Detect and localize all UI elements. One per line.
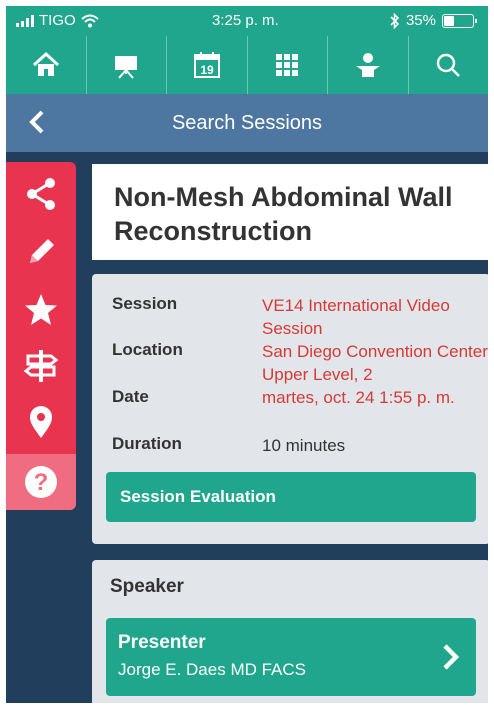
session-evaluation-button[interactable]: Session Evaluation <box>106 472 476 522</box>
home-icon <box>32 51 59 76</box>
chevron-right-icon <box>443 644 460 670</box>
speaker-heading: Speaker <box>110 576 184 597</box>
person-icon <box>355 53 380 77</box>
duration-value: 10 minutes <box>262 436 346 455</box>
map-button[interactable] <box>6 394 76 450</box>
date-value[interactable]: martes, oct. 24 1:55 p. m. <box>262 386 488 409</box>
phone-screen: TIGO 3:25 p. m. 35% 19 Search Sessions ?… <box>6 6 488 703</box>
location-label: Location <box>112 340 183 359</box>
presenter-name: Jorge E. Daes MD FACS <box>118 660 307 679</box>
nav-calendar-button[interactable]: 19 <box>167 36 248 94</box>
star-icon <box>25 294 57 325</box>
status-left: TIGO <box>16 12 99 29</box>
nav-presentations-button[interactable] <box>87 36 167 94</box>
nav-home-button[interactable] <box>6 36 87 94</box>
duration-label: Duration <box>112 434 182 453</box>
nav-search-button[interactable] <box>409 36 489 94</box>
svg-text:?: ? <box>34 469 49 496</box>
signpost-icon <box>23 350 59 382</box>
session-title-card: Non-Mesh Abdominal Wall Reconstruction <box>92 164 488 260</box>
pencil-icon <box>30 239 54 263</box>
session-info-card: Session Location Date Duration VE14 Inte… <box>92 274 488 544</box>
status-bar: TIGO 3:25 p. m. 35% <box>6 6 488 36</box>
presenter-role: Presenter <box>118 632 206 653</box>
share-icon <box>27 178 55 210</box>
search-icon <box>437 53 461 77</box>
help-icon: ? <box>25 466 57 498</box>
session-title: Non-Mesh Abdominal Wall Reconstruction <box>114 182 453 246</box>
favorite-button[interactable] <box>6 282 76 338</box>
session-label: Session <box>112 294 178 313</box>
presenter-button[interactable]: Presenter Jorge E. Daes MD FACS <box>106 618 476 696</box>
location-value[interactable]: San Diego Convention Center, Upper Level… <box>262 340 488 386</box>
wifi-icon <box>81 14 99 27</box>
signal-icon <box>16 14 34 27</box>
status-time: 3:25 p. m. <box>212 12 279 29</box>
directions-button[interactable] <box>6 338 76 394</box>
session-value[interactable]: VE14 International Video Session <box>262 294 488 340</box>
carrier-label: TIGO <box>39 12 76 29</box>
title-bar: Search Sessions <box>6 94 488 152</box>
help-button[interactable]: ? <box>6 454 76 510</box>
action-sidebar: ? <box>6 162 76 510</box>
date-label: Date <box>112 387 149 406</box>
page-title: Search Sessions <box>171 112 323 134</box>
share-button[interactable] <box>6 166 76 222</box>
presentation-easel-icon <box>115 56 138 79</box>
bluetooth-icon <box>390 12 400 29</box>
battery-icon <box>442 13 477 28</box>
status-right: 35% <box>390 12 477 29</box>
battery-percent: 35% <box>405 12 436 29</box>
notes-button[interactable] <box>6 224 76 280</box>
calendar-icon: 19 <box>193 52 220 78</box>
nav-people-button[interactable] <box>328 36 409 94</box>
speaker-card: Speaker Presenter Jorge E. Daes MD FACS <box>92 560 488 703</box>
nav-grid-button[interactable] <box>248 36 328 94</box>
map-pin-icon <box>30 406 52 438</box>
calendar-day: 19 <box>200 63 214 77</box>
grid-icon <box>276 54 299 76</box>
top-nav: 19 <box>6 36 488 94</box>
